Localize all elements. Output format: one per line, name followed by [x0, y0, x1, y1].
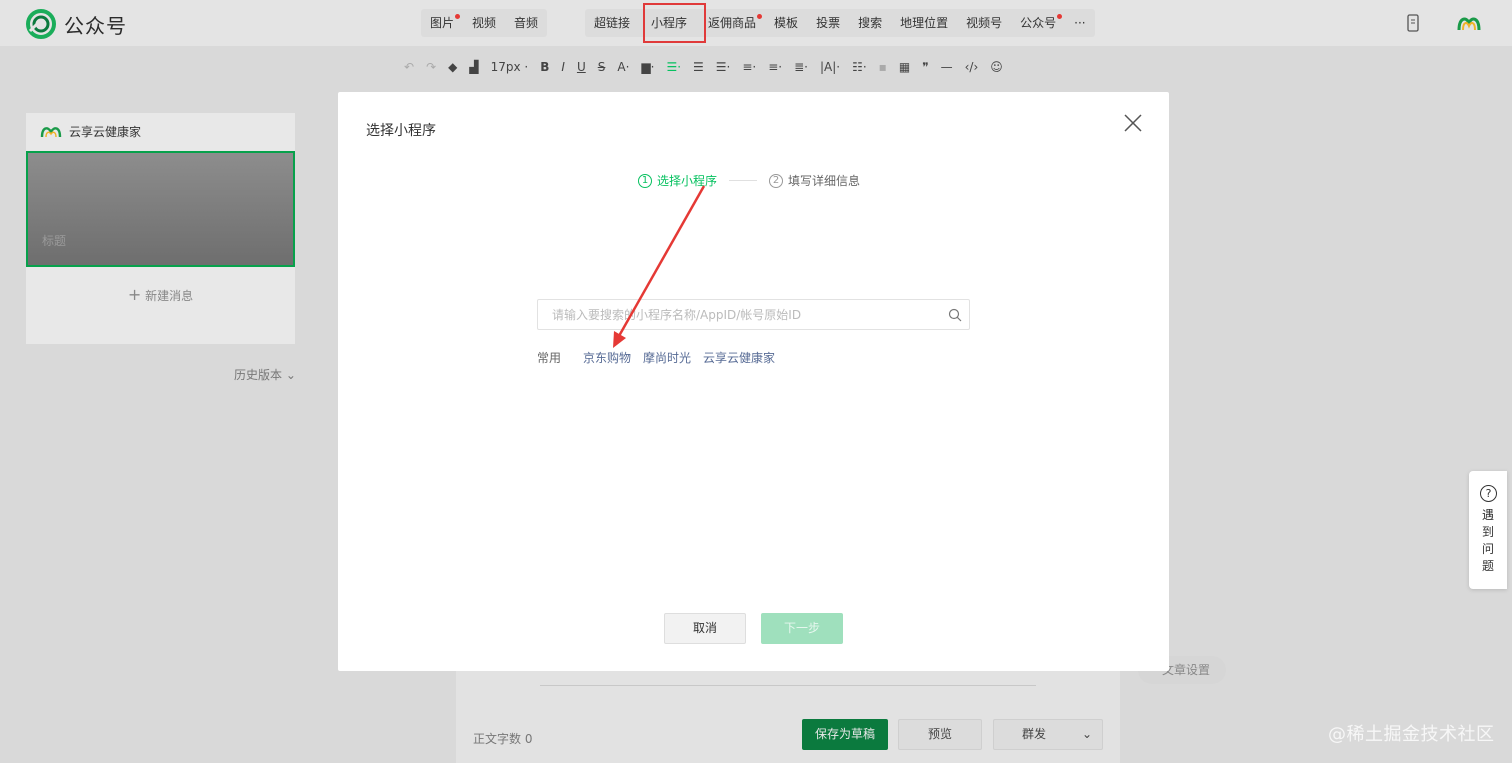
common-item-yunxiang[interactable]: 云享云健康家 — [703, 349, 775, 366]
word-count: 正文字数 0 — [473, 732, 533, 746]
quote-icon[interactable]: ❞ — [916, 56, 934, 78]
search-icon[interactable] — [948, 308, 962, 322]
toolbar-more[interactable]: ··· — [1065, 9, 1094, 37]
list-icon[interactable]: ☷· — [846, 56, 873, 78]
chevron-down-icon[interactable]: ⌄ — [1082, 720, 1092, 749]
italic-icon[interactable]: I — [555, 56, 571, 78]
account-logo-icon — [40, 127, 62, 138]
account-avatar-icon[interactable] — [1454, 8, 1484, 38]
logo[interactable]: 公众号 — [26, 9, 127, 39]
toolbar-audio[interactable]: 音频 — [505, 9, 547, 37]
font-size-select[interactable]: 17px · — [485, 56, 535, 78]
toolbar-template[interactable]: 模板 — [765, 9, 807, 37]
redo-icon[interactable]: ↷ — [420, 56, 442, 78]
step-2-label: 填写详细信息 — [788, 174, 861, 188]
code-icon[interactable]: ‹/› — [959, 56, 985, 78]
save-draft-button[interactable]: 保存为草稿 — [802, 719, 888, 750]
article-list-panel: 云享云健康家 标题 + 新建消息 — [26, 113, 295, 344]
select-miniprogram-dialog: 选择小程序 1 选择小程序 2 填写详细信息 常用 京东购物 摩尚时光 云享云健… — [338, 92, 1169, 671]
dialog-title: 选择小程序 — [366, 123, 436, 139]
next-step-button[interactable]: 下一步 — [761, 613, 843, 644]
article-cover-card[interactable]: 标题 — [26, 151, 295, 267]
common-item-moshang[interactable]: 摩尚时光 — [643, 349, 691, 366]
toolbar-official-account[interactable]: 公众号 — [1011, 9, 1065, 37]
divider — [540, 685, 1036, 686]
align-center-icon[interactable]: ☰· — [710, 56, 737, 78]
indent-icon[interactable]: ☰ — [687, 56, 710, 78]
question-icon: ? — [1480, 485, 1497, 502]
account-name: 云享云健康家 — [69, 124, 142, 139]
bold-icon[interactable]: B — [534, 56, 555, 78]
toolbar-image[interactable]: 图片 — [421, 9, 463, 37]
horizontal-rule-icon[interactable]: — — [935, 56, 959, 78]
account-header: 云享云健康家 — [26, 113, 295, 149]
step-connector — [729, 180, 758, 181]
font-color-icon[interactable]: A· — [611, 56, 635, 78]
align-left-icon[interactable]: ☰· — [660, 56, 687, 78]
wechat-mp-logo-icon — [26, 9, 56, 39]
history-version-link[interactable]: 历史版本 ⌄ — [234, 366, 296, 383]
annotation-highlight-box — [643, 3, 706, 43]
new-dot — [455, 14, 461, 19]
common-label: 常用 — [537, 351, 562, 365]
common-item-jd[interactable]: 京东购物 — [583, 349, 631, 366]
close-icon[interactable] — [1124, 114, 1142, 132]
undo-icon[interactable]: ↶ — [398, 56, 420, 78]
mass-send-button[interactable]: 群发 ⌄ — [993, 719, 1103, 750]
new-dot — [757, 14, 763, 19]
line-height-icon[interactable]: ≡· — [736, 56, 762, 78]
format-painter-icon[interactable]: ◆ — [442, 56, 463, 78]
underline-icon[interactable]: U — [571, 56, 592, 78]
miniprogram-search-box — [537, 299, 970, 330]
help-text: 遇到问题 — [1482, 508, 1495, 573]
chevron-down-icon: ⌄ — [282, 368, 296, 382]
common-miniprograms: 常用 京东购物 摩尚时光 云享云健康家 — [537, 349, 787, 366]
toolbar-location[interactable]: 地理位置 — [891, 9, 957, 37]
toolbar-search[interactable]: 搜索 — [849, 9, 891, 37]
step-1: 1 选择小程序 — [638, 172, 717, 189]
new-message-button[interactable]: + 新建消息 — [26, 285, 295, 304]
format-toolbar: ↶ ↷ ◆ ▟ 17px · B I U S A· ▆· ☰· ☰ ☰· ≡· … — [398, 56, 1009, 78]
toolbar-hyperlink[interactable]: 超链接 — [585, 9, 639, 37]
letter-spacing-icon[interactable]: |A|· — [814, 56, 846, 78]
emoji-icon[interactable]: ☺ — [984, 56, 1009, 78]
table-icon[interactable]: ▦ — [893, 56, 916, 78]
miniprogram-search-input[interactable] — [538, 300, 938, 329]
top-bar: 公众号 图片 视频 音频 超链接 小程序 返佣商品 模板 投票 搜索 地理位置 … — [0, 0, 1512, 46]
toolbar-commission-goods[interactable]: 返佣商品 — [699, 9, 765, 37]
step-2-number: 2 — [769, 173, 784, 188]
strikethrough-icon[interactable]: S — [592, 56, 612, 78]
media-toolbar: 图片 视频 音频 — [421, 9, 548, 37]
toolbar-video[interactable]: 视频 — [463, 9, 505, 37]
plus-icon: + — [127, 285, 142, 304]
help-widget[interactable]: ? 遇到问题 — [1469, 471, 1507, 589]
watermark: @稀土掘金技术社区 — [1328, 724, 1495, 745]
cover-title: 标题 — [42, 234, 67, 248]
step-2: 2 填写详细信息 — [769, 172, 860, 189]
toolbar-channels[interactable]: 视频号 — [957, 9, 1011, 37]
background-color-icon[interactable]: ▆· — [635, 56, 660, 78]
divider-style-icon[interactable]: ▪ — [873, 56, 893, 78]
clear-format-icon[interactable]: ▟ — [463, 56, 484, 78]
step-indicator: 1 选择小程序 2 填写详细信息 — [638, 172, 860, 189]
cancel-button[interactable]: 取消 — [664, 613, 746, 644]
step-1-label: 选择小程序 — [657, 174, 718, 188]
paragraph-spacing-icon[interactable]: ≡· — [762, 56, 788, 78]
new-dot — [1057, 14, 1063, 19]
toolbar-vote[interactable]: 投票 — [807, 9, 849, 37]
preview-button[interactable]: 预览 — [898, 719, 982, 750]
logo-text: 公众号 — [64, 13, 127, 38]
margin-icon[interactable]: ≣· — [788, 56, 814, 78]
step-1-number: 1 — [638, 173, 652, 188]
mobile-preview-icon[interactable] — [1398, 8, 1428, 38]
